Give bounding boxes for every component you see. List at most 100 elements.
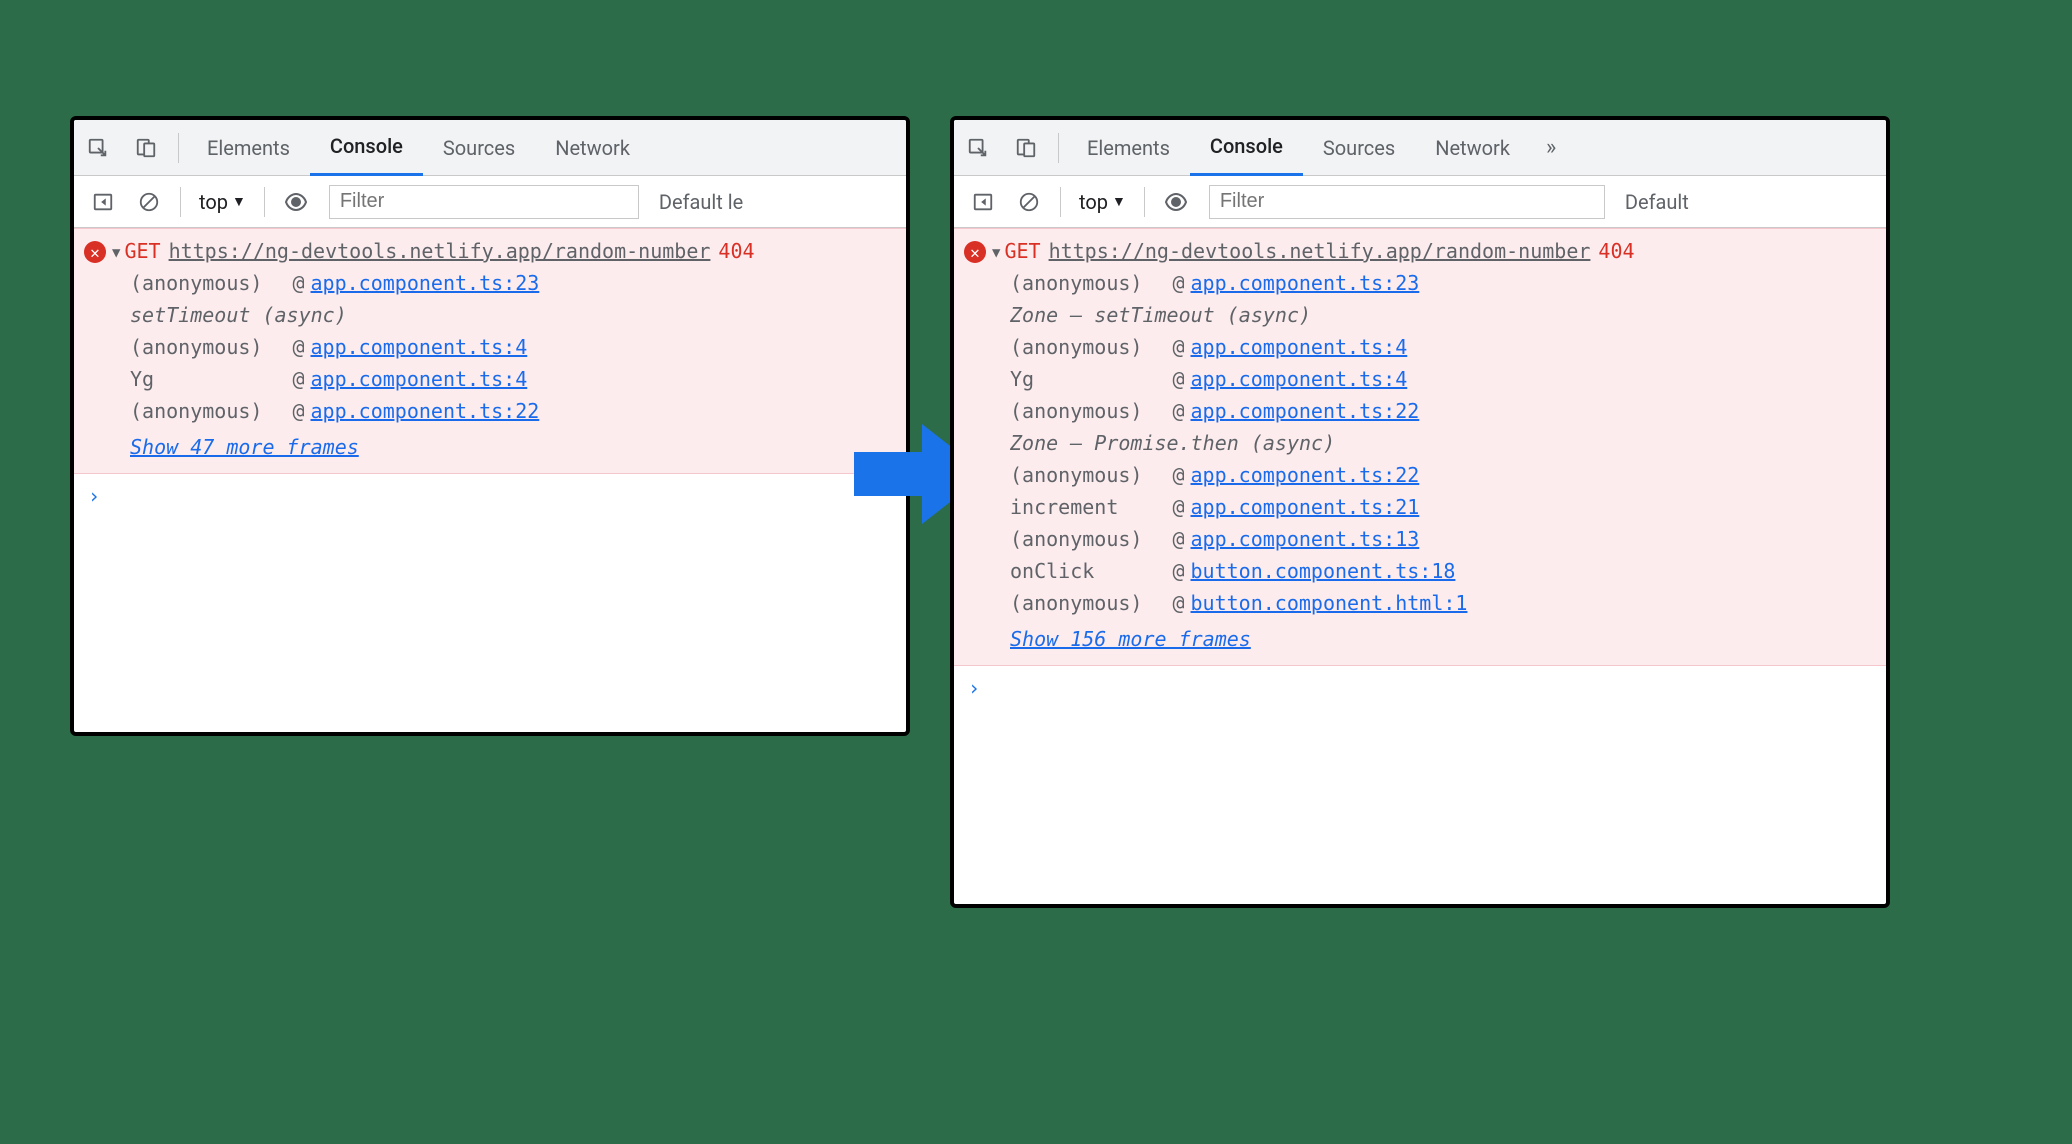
tab-sources[interactable]: Sources (423, 120, 535, 176)
source-link[interactable]: app.component.ts:22 (1191, 463, 1420, 487)
stack-frame-function: Zone – setTimeout (async) (1010, 303, 1872, 327)
stack-frame-function: increment (1010, 495, 1142, 519)
clear-console-icon[interactable] (1012, 185, 1046, 219)
separator (1060, 187, 1061, 217)
source-link[interactable]: app.component.ts:13 (1191, 527, 1420, 551)
console-subbar: top ▼ Default le (74, 176, 906, 228)
source-link[interactable]: app.component.ts:22 (1191, 399, 1420, 423)
stack-frame-function: (anonymous) (1010, 399, 1142, 423)
stack-frame-function: (anonymous) (130, 399, 262, 423)
console-prompt[interactable]: › (954, 666, 1886, 710)
http-method: GET (1004, 239, 1040, 263)
filter-input[interactable] (1209, 185, 1605, 219)
source-link[interactable]: app.component.ts:4 (311, 367, 528, 391)
chevron-down-icon: ▼ (232, 193, 246, 210)
stack-frame-source: @button.component.html:1 (1172, 591, 1872, 615)
sidebar-toggle-icon[interactable] (86, 185, 120, 219)
context-label: top (1079, 190, 1108, 214)
separator (178, 133, 179, 163)
source-link[interactable]: app.component.ts:4 (1191, 367, 1408, 391)
stack-frame-function: (anonymous) (130, 271, 262, 295)
tab-elements[interactable]: Elements (187, 120, 310, 176)
devtools-toolbar: Elements Console Sources Network » (954, 120, 1886, 176)
context-selector[interactable]: top ▼ (199, 190, 246, 214)
devtools-panel-after: Elements Console Sources Network » top ▼… (950, 116, 1890, 908)
stack-frame-function: (anonymous) (1010, 335, 1142, 359)
source-link[interactable]: app.component.ts:22 (311, 399, 540, 423)
tab-network[interactable]: Network (535, 120, 650, 176)
stack-frame-function: onClick (1010, 559, 1142, 583)
error-url[interactable]: https://ng-devtools.netlify.app/random-n… (1049, 239, 1591, 263)
context-label: top (199, 190, 228, 214)
console-prompt[interactable]: › (74, 474, 906, 518)
overflow-menu-icon[interactable]: » (1530, 135, 1572, 160)
stack-frame-source: @app.component.ts:23 (1172, 271, 1872, 295)
tab-network[interactable]: Network (1415, 120, 1530, 176)
console-output: ✕ ▼ GET https://ng-devtools.netlify.app/… (74, 228, 906, 518)
separator (1058, 133, 1059, 163)
disclosure-triangle-icon[interactable]: ▼ (992, 245, 1000, 261)
eye-icon[interactable] (279, 185, 313, 219)
stack-frame-function: Yg (1010, 367, 1142, 391)
source-link[interactable]: app.component.ts:4 (1191, 335, 1408, 359)
stack-frame-source: @app.component.ts:22 (1172, 399, 1872, 423)
stack-frame-source: @app.component.ts:23 (292, 271, 892, 295)
stack-frame-function: (anonymous) (1010, 527, 1142, 551)
stack-frame-function: (anonymous) (1010, 463, 1142, 487)
separator (264, 187, 265, 217)
error-icon: ✕ (84, 241, 106, 263)
stack-frame-source: @app.component.ts:21 (1172, 495, 1872, 519)
device-toggle-icon[interactable] (1008, 130, 1044, 166)
stack-frame-function: (anonymous) (1010, 271, 1142, 295)
show-more-frames[interactable]: Show 156 more frames (954, 619, 1886, 655)
stack-frame-source: @app.component.ts:4 (1172, 367, 1872, 391)
source-link[interactable]: app.component.ts:23 (1191, 271, 1420, 295)
inspect-icon[interactable] (80, 130, 116, 166)
clear-console-icon[interactable] (132, 185, 166, 219)
tab-console[interactable]: Console (310, 120, 423, 176)
http-method: GET (124, 239, 160, 263)
separator (1144, 187, 1145, 217)
http-status: 404 (1598, 239, 1634, 263)
sidebar-toggle-icon[interactable] (966, 185, 1000, 219)
tab-elements[interactable]: Elements (1067, 120, 1190, 176)
separator (180, 187, 181, 217)
source-link[interactable]: button.component.html:1 (1191, 591, 1468, 615)
tab-sources[interactable]: Sources (1303, 120, 1415, 176)
stack-frame-source: @app.component.ts:4 (292, 367, 892, 391)
stack-frame-function: (anonymous) (130, 335, 262, 359)
console-output: ✕ ▼ GET https://ng-devtools.netlify.app/… (954, 228, 1886, 710)
stack-frame-function: (anonymous) (1010, 591, 1142, 615)
stack-frame-source: @app.component.ts:22 (292, 399, 892, 423)
log-levels-label[interactable]: Default le (659, 190, 743, 214)
device-toggle-icon[interactable] (128, 130, 164, 166)
source-link[interactable]: app.component.ts:23 (311, 271, 540, 295)
filter-input[interactable] (329, 185, 639, 219)
source-link[interactable]: app.component.ts:21 (1191, 495, 1420, 519)
error-icon: ✕ (964, 241, 986, 263)
chevron-down-icon: ▼ (1112, 193, 1126, 210)
source-link[interactable]: app.component.ts:4 (311, 335, 528, 359)
stack-frame-function: Yg (130, 367, 262, 391)
source-link[interactable]: button.component.ts:18 (1191, 559, 1456, 583)
disclosure-triangle-icon[interactable]: ▼ (112, 245, 120, 261)
console-subbar: top ▼ Default (954, 176, 1886, 228)
http-status: 404 (718, 239, 754, 263)
stack-frame-source: @app.component.ts:22 (1172, 463, 1872, 487)
error-message: ✕ ▼ GET https://ng-devtools.netlify.app/… (74, 228, 906, 474)
devtools-panel-before: Elements Console Sources Network top ▼ D… (70, 116, 910, 736)
eye-icon[interactable] (1159, 185, 1193, 219)
context-selector[interactable]: top ▼ (1079, 190, 1126, 214)
stack-frame-source: @app.component.ts:4 (1172, 335, 1872, 359)
stack-frame-source: @app.component.ts:4 (292, 335, 892, 359)
devtools-toolbar: Elements Console Sources Network (74, 120, 906, 176)
tab-console[interactable]: Console (1190, 120, 1303, 176)
stack-frame-source: @app.component.ts:13 (1172, 527, 1872, 551)
error-url[interactable]: https://ng-devtools.netlify.app/random-n… (169, 239, 711, 263)
stack-frame-function: Zone – Promise.then (async) (1010, 431, 1872, 455)
stack-frame-source: @button.component.ts:18 (1172, 559, 1872, 583)
log-levels-label[interactable]: Default (1625, 190, 1689, 214)
inspect-icon[interactable] (960, 130, 996, 166)
error-message: ✕ ▼ GET https://ng-devtools.netlify.app/… (954, 228, 1886, 666)
show-more-frames[interactable]: Show 47 more frames (74, 427, 906, 463)
